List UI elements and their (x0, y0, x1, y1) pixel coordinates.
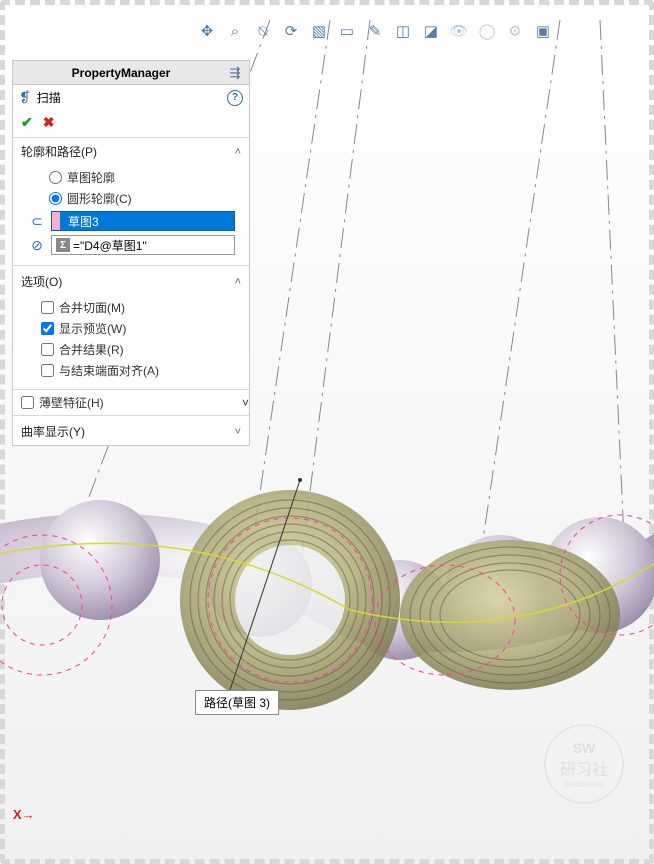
section-icon[interactable]: ▧ (307, 20, 331, 42)
chevron-down-icon: ˅ (235, 426, 241, 438)
confirm-row: ✔ ✖ (13, 110, 249, 138)
chevron-down-icon: ˅ (242, 396, 249, 410)
radio-circle-profile[interactable]: 圆形轮廓(C) (21, 188, 241, 209)
panel-title: PropertyManager (17, 66, 225, 80)
check-align-end[interactable]: 与结束端面对齐(A) (21, 360, 241, 381)
settings-icon[interactable]: ⚙ (503, 20, 527, 42)
zoom-fit-icon[interactable]: ⌕ (223, 20, 247, 42)
check-merge-tangent[interactable]: 合并切面(M) (21, 297, 241, 318)
section-curvature[interactable]: 曲率显示(Y) ˅ (13, 418, 249, 445)
zoom-area-icon[interactable]: ⍉ (251, 20, 275, 42)
section-options[interactable]: 选项(O) ˄ (13, 268, 249, 295)
path-icon: ⊂ (27, 212, 47, 230)
panel-header: PropertyManager ⇶ (13, 61, 249, 85)
section-thin-feature[interactable]: 薄壁特征(H) ˅ (13, 392, 249, 413)
heads-up-toolbar: ✥ ⌕ ⍉ ⟳ ▧ ▭ ✎ ◫ ◪ 👁 ◯ ⚙ ▣ (195, 18, 594, 44)
paint-icon[interactable]: ✎ (363, 20, 387, 42)
feature-row: ❡ 扫描 ? (13, 85, 249, 110)
property-manager-panel: PropertyManager ⇶ ❡ 扫描 ? ✔ ✖ 轮廓和路径(P) ˄ … (12, 60, 250, 446)
check-merge-result[interactable]: 合并结果(R) (21, 339, 241, 360)
sigma-icon: Σ (56, 238, 70, 252)
move-icon[interactable]: ✥ (195, 20, 219, 42)
display-mode-icon[interactable]: ▭ (335, 20, 359, 42)
chevron-up-icon: ˄ (235, 276, 241, 288)
monitor-icon[interactable]: ▣ (531, 20, 555, 42)
selection-tooltip: 路径(草图 3) (195, 690, 279, 715)
rotate-view-icon[interactable]: ⟳ (279, 20, 303, 42)
box2-icon[interactable]: ◪ (419, 20, 443, 42)
path-selection-row: ⊂ 草图3 (21, 209, 241, 233)
globe-icon[interactable]: ◯ (475, 20, 499, 42)
diameter-row: ⊘ Σ ="D4@草图1" (21, 233, 241, 257)
box-icon[interactable]: ◫ (391, 20, 415, 42)
chevron-up-icon: ˄ (235, 146, 241, 158)
path-selection-input[interactable]: 草图3 (51, 211, 235, 231)
pin-icon[interactable]: ⇶ (225, 64, 245, 82)
ok-button[interactable]: ✔ (21, 114, 33, 131)
cancel-button[interactable]: ✖ (43, 114, 55, 131)
diameter-icon: ⊘ (27, 236, 47, 254)
axis-x-label: X→ (13, 807, 35, 822)
check-show-preview[interactable]: 显示预览(W) (21, 318, 241, 339)
radio-sketch-profile[interactable]: 草图轮廓 (21, 167, 241, 188)
section-profile-path[interactable]: 轮廓和路径(P) ˄ (13, 138, 249, 165)
sweep-icon: ❡ (19, 89, 31, 106)
diameter-input[interactable]: Σ ="D4@草图1" (51, 235, 235, 255)
feature-name: 扫描 (37, 89, 61, 106)
help-icon[interactable]: ? (227, 90, 243, 106)
eye-icon[interactable]: 👁 (447, 20, 471, 42)
